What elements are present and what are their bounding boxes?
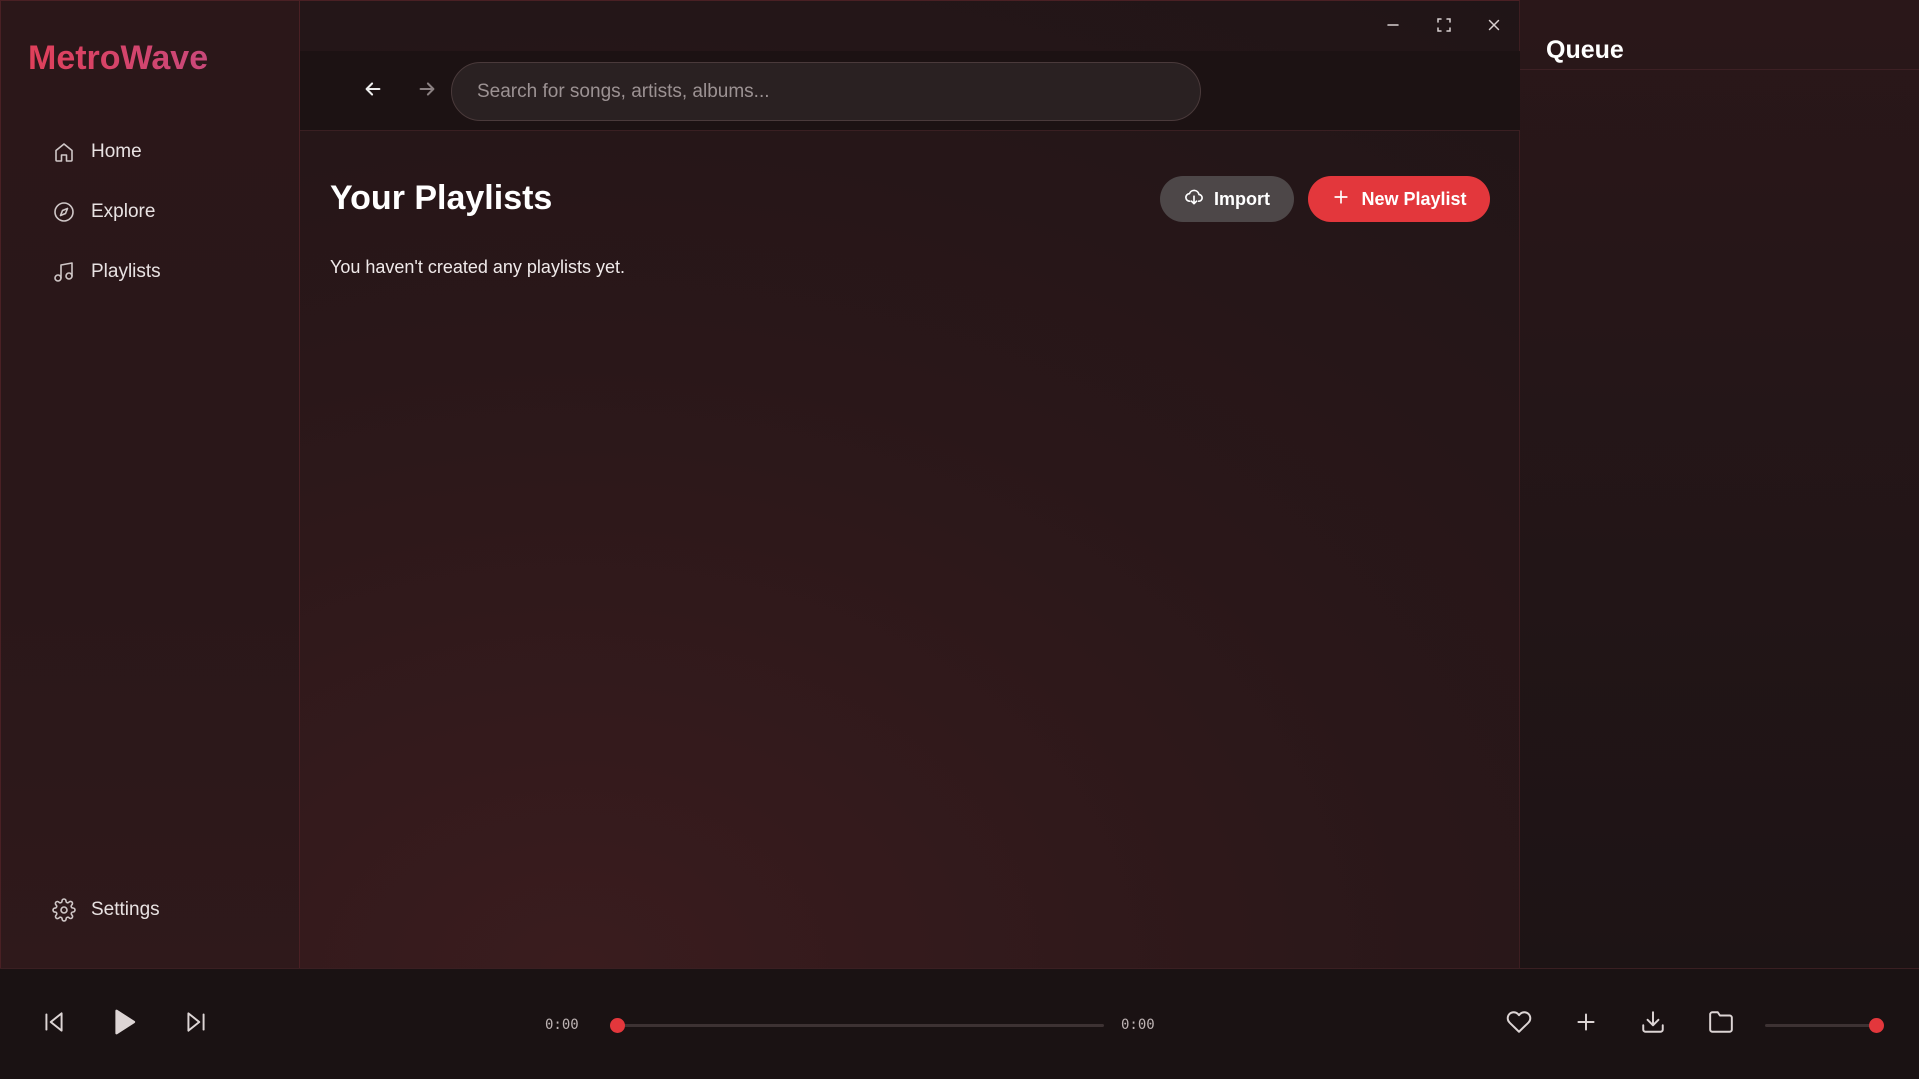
arrow-right-icon xyxy=(416,78,438,105)
new-playlist-button[interactable]: New Playlist xyxy=(1308,176,1490,222)
sidebar-item-playlists[interactable]: Playlists xyxy=(51,254,161,290)
plus-icon xyxy=(1573,1009,1599,1040)
skip-back-icon xyxy=(41,1009,67,1040)
elapsed-time: 0:00 xyxy=(545,1017,579,1033)
play-button[interactable] xyxy=(104,1004,144,1044)
skip-forward-icon xyxy=(183,1009,209,1040)
sidebar: MetroWave Home Explore Playlists Setting… xyxy=(0,0,300,968)
forward-button[interactable] xyxy=(407,71,447,111)
player-bar: 0:00 0:00 xyxy=(0,968,1919,1079)
search-input[interactable] xyxy=(477,80,1200,103)
music-note-icon xyxy=(51,259,77,285)
progress-slider[interactable] xyxy=(610,1018,1104,1033)
search-bar xyxy=(451,62,1201,121)
close-button[interactable] xyxy=(1477,11,1511,43)
back-button[interactable] xyxy=(353,71,393,111)
compass-icon xyxy=(51,199,77,225)
progress-handle[interactable] xyxy=(610,1018,625,1033)
top-toolbar xyxy=(300,51,1520,131)
add-to-playlist-button[interactable] xyxy=(1566,1004,1606,1044)
volume-slider[interactable] xyxy=(1765,1018,1884,1033)
sidebar-item-label: Settings xyxy=(91,899,160,920)
total-duration: 0:00 xyxy=(1121,1017,1155,1033)
download-button[interactable] xyxy=(1633,1004,1673,1044)
download-icon xyxy=(1640,1009,1666,1040)
title-bar xyxy=(300,1,1520,51)
queue-header: Queue xyxy=(1520,0,1919,70)
folder-icon xyxy=(1708,1009,1734,1040)
open-folder-button[interactable] xyxy=(1701,1004,1741,1044)
import-button[interactable]: Import xyxy=(1160,176,1294,222)
like-button[interactable] xyxy=(1499,1004,1539,1044)
queue-title: Queue xyxy=(1546,36,1624,64)
app-window: MetroWave Home Explore Playlists Setting… xyxy=(0,0,1919,1079)
empty-state-message: You haven't created any playlists yet. xyxy=(330,257,625,277)
main-content: Your Playlists Import New Playlist You h… xyxy=(300,0,1520,968)
sidebar-item-label: Explore xyxy=(91,201,156,222)
sidebar-item-home[interactable]: Home xyxy=(51,134,142,170)
play-icon xyxy=(109,1007,139,1042)
gear-icon xyxy=(51,897,77,923)
heart-icon xyxy=(1506,1009,1532,1040)
maximize-button[interactable] xyxy=(1427,11,1461,43)
minimize-button[interactable] xyxy=(1376,11,1410,43)
volume-handle[interactable] xyxy=(1869,1018,1884,1033)
sidebar-item-explore[interactable]: Explore xyxy=(51,194,155,230)
close-icon xyxy=(1486,17,1502,38)
sidebar-item-label: Playlists xyxy=(91,261,161,282)
arrow-left-icon xyxy=(362,78,384,105)
import-button-label: Import xyxy=(1214,188,1270,209)
new-playlist-button-label: New Playlist xyxy=(1361,188,1467,209)
previous-track-button[interactable] xyxy=(34,1004,74,1044)
sidebar-item-label: Home xyxy=(91,141,142,162)
plus-icon xyxy=(1331,187,1361,212)
queue-panel: Queue xyxy=(1520,0,1919,968)
maximize-icon xyxy=(1436,17,1452,38)
home-icon xyxy=(51,139,77,165)
minimize-icon xyxy=(1385,17,1401,38)
next-track-button[interactable] xyxy=(176,1004,216,1044)
sidebar-item-settings[interactable]: Settings xyxy=(51,892,160,928)
cloud-download-icon xyxy=(1184,187,1214,212)
page-title: Your Playlists xyxy=(330,179,553,217)
app-logo: MetroWave xyxy=(28,39,209,77)
